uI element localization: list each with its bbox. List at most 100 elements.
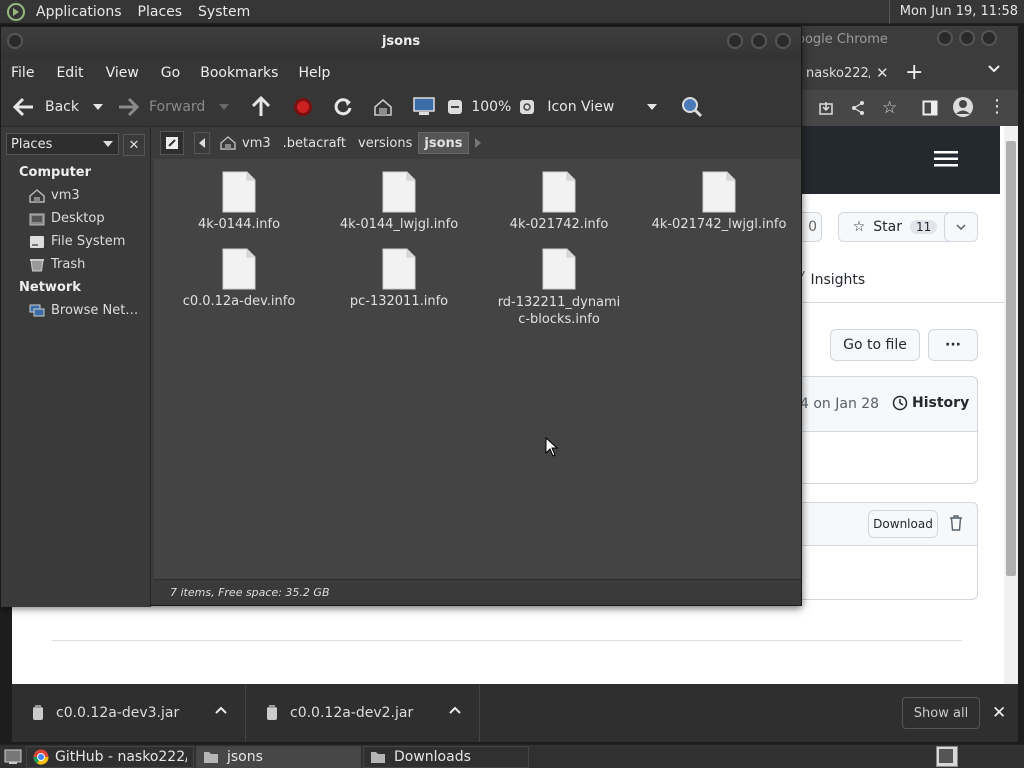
star-dropdown-button[interactable]: [944, 212, 978, 242]
menu-file[interactable]: File: [1, 65, 44, 81]
share-icon[interactable]: [850, 100, 866, 116]
show-desktop-icon[interactable]: [2, 746, 24, 768]
search-icon[interactable]: [681, 96, 703, 118]
file-item[interactable]: pc-132011.info: [319, 248, 479, 309]
breadcrumb-betacraft[interactable]: .betacraft: [277, 132, 352, 154]
computer-icon[interactable]: [413, 96, 436, 117]
workspace-switcher-icon[interactable]: [936, 746, 958, 767]
gnome-foot-icon[interactable]: [6, 2, 26, 22]
breadcrumb-versions[interactable]: versions: [352, 132, 418, 154]
sidebar-item-desktop[interactable]: Desktop: [29, 211, 105, 226]
home-icon[interactable]: [373, 98, 393, 116]
hamburger-menu-icon[interactable]: [934, 150, 958, 168]
show-all-button[interactable]: Show all: [902, 697, 980, 729]
chrome-window-controls: [937, 30, 997, 46]
trash-icon[interactable]: [949, 515, 963, 531]
bookmark-star-icon[interactable]: ☆: [882, 98, 897, 118]
window-menu-icon[interactable]: [7, 33, 23, 49]
tab-list-icon[interactable]: [987, 64, 1001, 74]
sidebar-item-vm3[interactable]: vm3: [29, 188, 80, 203]
zoom-level[interactable]: 100%: [471, 99, 511, 115]
file-item[interactable]: rd-132211_dynamic-blocks.info: [479, 248, 639, 328]
maximize-icon[interactable]: [959, 30, 975, 46]
icon-view[interactable]: 4k-0144.info 4k-0144_lwjgl.info 4k-02174…: [154, 159, 801, 579]
insights-tab[interactable]: ╱ Insights: [796, 272, 865, 288]
download-button[interactable]: Download: [868, 510, 938, 538]
install-icon[interactable]: [818, 100, 834, 116]
file-label: pc-132011.info: [349, 294, 449, 309]
taskbar-item-downloads[interactable]: Downloads: [363, 745, 529, 768]
places-combo[interactable]: Places: [6, 133, 119, 155]
zoom-in-icon[interactable]: [519, 99, 535, 115]
menu-bookmarks[interactable]: Bookmarks: [190, 65, 288, 81]
close-shelf-icon[interactable]: ✕: [992, 703, 1006, 723]
taskbar-item-chrome[interactable]: GitHub - nasko222/…: [26, 745, 194, 768]
download-item[interactable]: c0.0.12a-dev3.jar: [12, 684, 246, 742]
side-panel-icon[interactable]: [922, 100, 938, 116]
footer-divider: [52, 640, 962, 641]
breadcrumb-vm3[interactable]: vm3: [214, 132, 277, 154]
clock[interactable]: Mon Jun 19, 11:58: [888, 0, 1024, 24]
back-history-dropdown-icon[interactable]: [93, 103, 103, 110]
minimize-icon[interactable]: [937, 30, 953, 46]
menu-help[interactable]: Help: [288, 65, 340, 81]
applications-menu[interactable]: Applications: [28, 0, 130, 24]
status-text: 7 items, Free space: 35.2 GB: [170, 586, 330, 599]
chevron-down-icon: [103, 141, 113, 147]
up-arrow-icon[interactable]: [251, 95, 271, 118]
chrome-menu-icon[interactable]: ⋮: [988, 96, 1006, 117]
close-sidebar-icon[interactable]: ✕: [123, 134, 145, 156]
edit-location-icon[interactable]: [160, 131, 184, 155]
system-menu[interactable]: System: [190, 0, 258, 24]
view-mode-label: Icon View: [547, 98, 615, 115]
file-item[interactable]: 4k-0144.info: [159, 171, 319, 232]
star-button[interactable]: ☆ Star 11: [838, 212, 952, 242]
file-label: 4k-0144_lwjgl.info: [339, 217, 459, 232]
scrollbar-thumb[interactable]: [1006, 141, 1016, 576]
go-to-file-button[interactable]: Go to file: [830, 329, 920, 361]
chevron-up-icon[interactable]: [449, 706, 461, 714]
chevron-up-icon[interactable]: [215, 706, 227, 714]
places-menu[interactable]: Places: [130, 0, 191, 24]
path-scroll-left-icon[interactable]: [194, 132, 210, 154]
top-panel: Applications Places System Mon Jun 19, 1…: [0, 0, 1024, 24]
sidebar-item-label: vm3: [51, 188, 80, 203]
sidebar-item-file-system[interactable]: File System: [29, 234, 125, 249]
menu-edit[interactable]: Edit: [44, 65, 93, 81]
file-item[interactable]: 4k-021742_lwjgl.info: [639, 171, 799, 232]
file-item[interactable]: 4k-0144_lwjgl.info: [319, 171, 479, 232]
breadcrumb-label: .betacraft: [282, 135, 346, 151]
close-icon[interactable]: [775, 33, 791, 49]
commit-date[interactable]: 4 on Jan 28: [800, 396, 879, 412]
menu-go[interactable]: Go: [149, 65, 190, 81]
forward-button[interactable]: Forward: [117, 97, 205, 117]
divider: [798, 302, 1004, 303]
more-options-button[interactable]: ···: [928, 329, 978, 361]
home-folder-icon: [220, 136, 236, 150]
sidebar-item-browse-network[interactable]: Browse Net…: [29, 303, 138, 318]
chrome-tab[interactable]: nasko222/ ✕: [798, 58, 894, 88]
file-item[interactable]: c0.0.12a-dev.info: [159, 248, 319, 309]
tab-close-icon[interactable]: ✕: [876, 64, 889, 82]
taskbar-item-jsons[interactable]: jsons: [196, 745, 361, 768]
path-scroll-right-icon[interactable]: [474, 138, 481, 148]
zoom-out-icon[interactable]: [447, 99, 463, 115]
minimize-icon[interactable]: [727, 33, 743, 49]
history-link[interactable]: History: [892, 395, 969, 411]
view-mode-select[interactable]: Icon View: [547, 98, 658, 115]
download-item[interactable]: c0.0.12a-dev2.jar: [246, 684, 480, 742]
stop-icon[interactable]: [293, 97, 313, 117]
file-manager-titlebar[interactable]: jsons: [1, 27, 801, 59]
reload-icon[interactable]: [333, 97, 353, 117]
profile-avatar-icon[interactable]: [952, 96, 974, 118]
close-icon[interactable]: [981, 30, 997, 46]
breadcrumb-jsons[interactable]: jsons: [418, 132, 469, 154]
new-tab-button[interactable]: +: [905, 60, 923, 85]
menu-view[interactable]: View: [94, 65, 149, 81]
file-item[interactable]: 4k-021742.info: [479, 171, 639, 232]
forward-history-dropdown-icon[interactable]: [219, 103, 230, 110]
maximize-icon[interactable]: [751, 33, 767, 49]
back-button[interactable]: Back: [13, 97, 79, 117]
go-to-file-label: Go to file: [843, 337, 907, 353]
sidebar-item-trash[interactable]: Trash: [29, 257, 85, 272]
